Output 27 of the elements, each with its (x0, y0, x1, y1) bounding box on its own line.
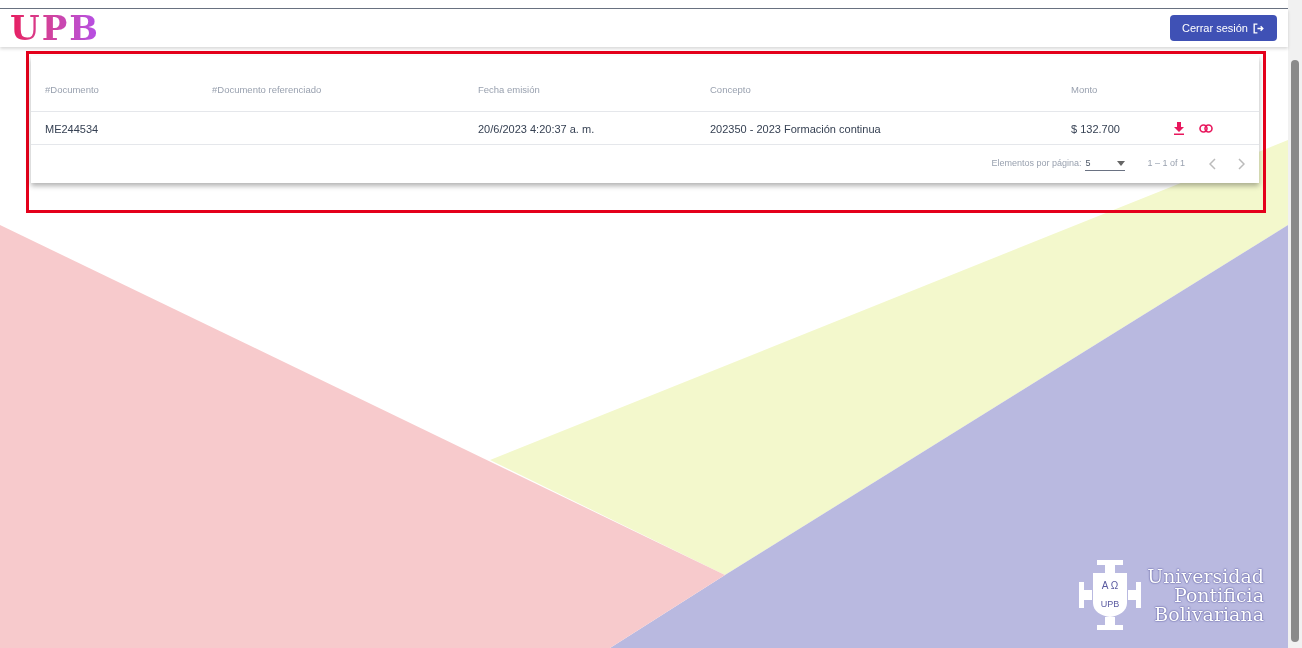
table-cell: ME244534 (45, 123, 99, 135)
scrollbar[interactable] (1288, 0, 1302, 648)
crest-icon (1079, 560, 1142, 630)
crest-text: Α Ω (1101, 580, 1119, 591)
table-cell: 202350 - 2023 Formación continua (710, 123, 881, 135)
link-icon[interactable] (1199, 123, 1213, 133)
download-icon[interactable] (1173, 121, 1185, 135)
column-header: #Documento referenciado (212, 82, 323, 97)
university-name: Pontificia (1173, 585, 1264, 605)
university-name: Universidad (1147, 566, 1264, 586)
dropdown-caret-icon (1117, 161, 1126, 166)
column-header: Fecha emisión (478, 82, 541, 97)
page-size-select[interactable]: 5 (1085, 156, 1126, 172)
crest-text: UPB (1100, 599, 1120, 609)
page-size-label: Elementos por página: (991, 157, 1082, 171)
next-page-icon[interactable] (1237, 158, 1245, 170)
column-header: Monto (1071, 82, 1099, 97)
previous-page-icon[interactable] (1209, 158, 1217, 170)
logout-button[interactable]: Cerrar sesión (1169, 15, 1277, 41)
logout-icon (1252, 21, 1265, 35)
table-cell: 20/6/2023 4:20:37 a. m. (478, 123, 595, 135)
scrollbar-thumb[interactable] (1291, 60, 1299, 642)
university-name: Bolivariana (1154, 604, 1264, 624)
table-cell: $ 132.700 (1071, 123, 1120, 135)
column-header: Concepto (710, 82, 752, 97)
page-range: 1 – 1 of 1 (1147, 157, 1185, 171)
column-header: #Documento (45, 82, 100, 97)
